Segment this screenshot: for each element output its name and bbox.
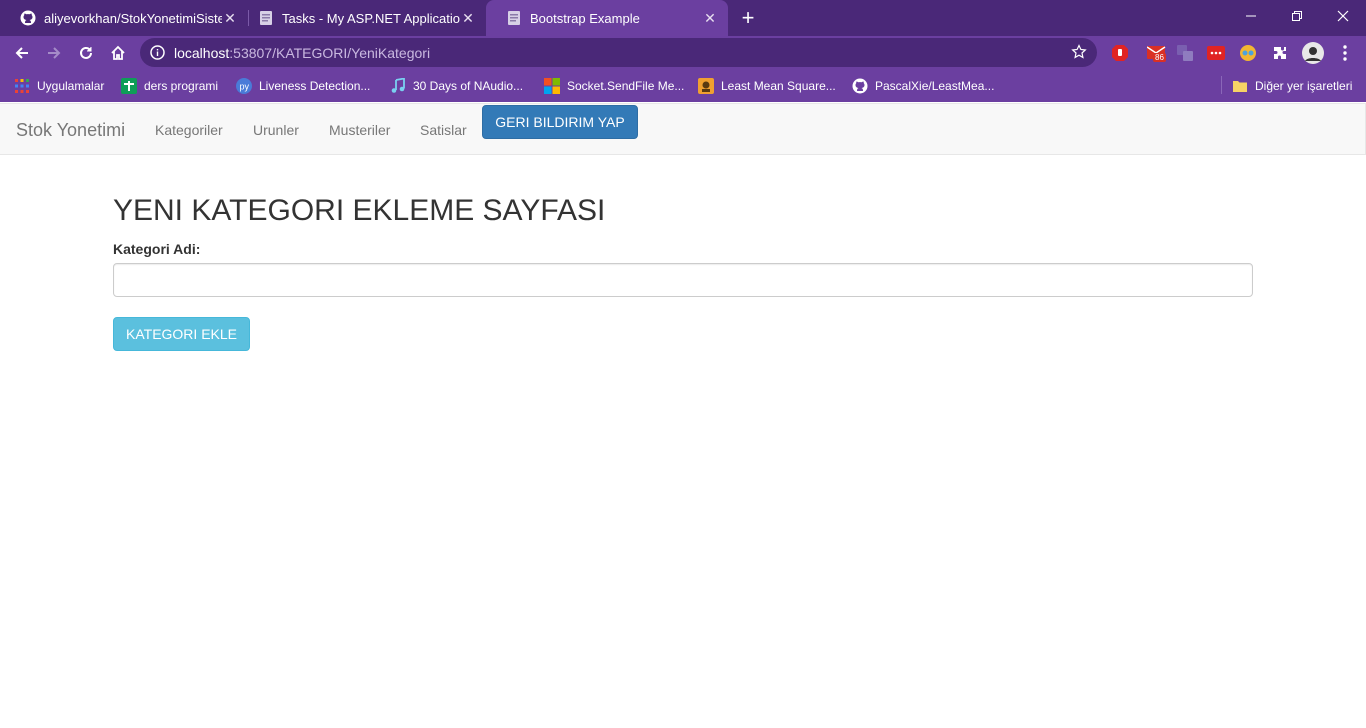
bookmark-socket-sendfile[interactable]: Socket.SendFile Me... <box>544 76 684 96</box>
restore-icon[interactable] <box>1274 0 1320 32</box>
category-form: YENI KATEGORI EKLEME SAYFASI Kategori Ad… <box>113 190 1253 351</box>
tab-github[interactable]: aliyevorkhan/StokYonetimiSistemi ✕ <box>0 0 248 36</box>
window-close-icon[interactable] <box>1320 0 1366 32</box>
bookmark-apps[interactable]: Uygulamalar <box>14 76 104 96</box>
address-bar[interactable]: localhost:53807/KATEGORI/YeniKategori <box>140 38 1097 67</box>
svg-text:py: py <box>240 82 250 92</box>
document-icon <box>506 10 522 26</box>
bookmark-label: Least Mean Square... <box>721 79 836 93</box>
apps-grid-icon <box>14 78 30 94</box>
bookmark-label: Diğer yer işaretleri <box>1255 79 1353 93</box>
bookmark-label: PascalXie/LeastMea... <box>875 79 995 93</box>
nav-link-satislar[interactable]: Satislar <box>420 122 467 138</box>
tab-title: aliyevorkhan/StokYonetimiSistemi <box>44 10 222 26</box>
bookmark-star-icon[interactable] <box>1071 44 1087 60</box>
info-icon[interactable] <box>150 45 165 60</box>
mail-checker-icon[interactable]: 86 <box>1144 44 1170 62</box>
new-tab-button[interactable]: + <box>736 5 760 30</box>
bookmark-pascalxie[interactable]: PascalXie/LeastMea... <box>852 76 994 96</box>
dots-extension-icon[interactable] <box>1207 44 1225 62</box>
bookmark-naudio[interactable]: 30 Days of NAudio... <box>390 76 523 96</box>
tab-title: Tasks - My ASP.NET Application <box>282 10 460 26</box>
spreadsheet-icon <box>121 78 137 94</box>
category-name-label: Kategori Adi: <box>113 241 201 257</box>
site-icon <box>698 78 714 94</box>
reader-glasses-icon[interactable] <box>1239 44 1257 62</box>
bookmarks-bar: Uygulamalar ders programi py Liveness De… <box>0 70 1366 102</box>
add-category-button[interactable]: KATEGORI EKLE <box>113 317 250 351</box>
back-arrow-icon[interactable] <box>8 39 36 67</box>
github-icon <box>852 78 868 94</box>
browser-toolbar: localhost:53807/KATEGORI/YeniKategori 86 <box>0 36 1366 70</box>
close-icon[interactable]: ✕ <box>460 10 476 26</box>
bookmark-other-folder[interactable]: Diğer yer işaretleri <box>1232 76 1352 96</box>
folder-icon <box>1232 78 1248 94</box>
music-note-icon <box>390 78 406 94</box>
home-icon[interactable] <box>104 39 132 67</box>
tab-strip: aliyevorkhan/StokYonetimiSistemi ✕ Tasks… <box>0 0 1366 36</box>
adblock-hand-icon[interactable] <box>1111 44 1129 62</box>
bookmark-label: Liveness Detection... <box>259 79 371 93</box>
tab-title: Bootstrap Example <box>530 10 640 26</box>
bookmark-label: ders programi <box>144 79 219 93</box>
bookmark-label: 30 Days of NAudio... <box>413 79 524 93</box>
nav-link-urunler[interactable]: Urunler <box>253 122 299 138</box>
minimize-icon[interactable] <box>1228 0 1274 32</box>
mail-badge: 86 <box>1153 53 1166 62</box>
extensions-puzzle-icon[interactable] <box>1271 44 1289 62</box>
document-icon <box>258 10 274 26</box>
github-icon <box>20 10 36 26</box>
reload-icon[interactable] <box>72 39 100 67</box>
bookmark-least-mean-square[interactable]: Least Mean Square... <box>698 76 836 96</box>
page-title: YENI KATEGORI EKLEME SAYFASI <box>113 194 606 227</box>
bookmarks-divider <box>1221 76 1222 94</box>
tab-bootstrap-example[interactable]: Bootstrap Example ✕ <box>486 0 728 36</box>
nav-link-kategoriler[interactable]: Kategoriler <box>155 122 223 138</box>
close-icon[interactable]: ✕ <box>222 10 238 26</box>
profile-avatar-icon[interactable] <box>1302 42 1324 64</box>
close-icon[interactable]: ✕ <box>702 10 718 26</box>
nav-link-musteriler[interactable]: Musteriler <box>329 122 390 138</box>
url-path: :53807/KATEGORI/YeniKategori <box>229 45 431 61</box>
category-name-input[interactable] <box>113 263 1253 297</box>
navbar-brand[interactable]: Stok Yonetimi <box>16 120 125 141</box>
feedback-button[interactable]: GERI BILDIRIM YAP <box>482 105 638 139</box>
url-host: localhost <box>174 45 230 61</box>
bookmark-ders-programi[interactable]: ders programi <box>121 76 218 96</box>
bookmark-label: Socket.SendFile Me... <box>567 79 685 93</box>
url-text[interactable]: localhost:53807/KATEGORI/YeniKategori <box>174 45 430 61</box>
pyimagesearch-icon: py <box>236 78 252 94</box>
tab-tasks[interactable]: Tasks - My ASP.NET Application ✕ <box>238 0 486 36</box>
forward-arrow-icon[interactable] <box>40 39 68 67</box>
microsoft-icon <box>544 78 560 94</box>
bookmark-label: Uygulamalar <box>37 79 105 93</box>
site-navbar: Stok Yonetimi Kategoriler Urunler Muster… <box>0 103 1366 155</box>
bookmark-liveness-detection[interactable]: py Liveness Detection... <box>236 76 370 96</box>
translate-icon[interactable] <box>1176 44 1194 62</box>
menu-kebab-icon[interactable] <box>1336 44 1354 62</box>
